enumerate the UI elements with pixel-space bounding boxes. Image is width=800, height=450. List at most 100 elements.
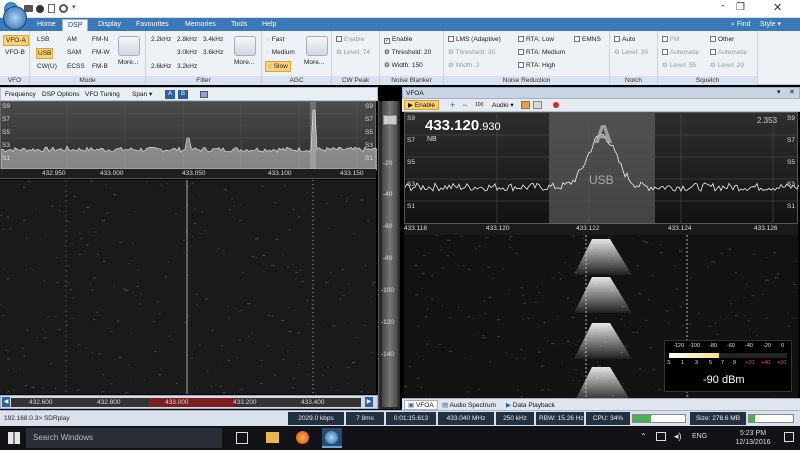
range-visible-window[interactable] [149, 398, 235, 407]
mode-fm-n[interactable]: FM-N [92, 35, 108, 44]
mode-usb[interactable]: USB [36, 48, 54, 59]
filter-more-button[interactable]: More... [234, 58, 254, 67]
taskbar-clock[interactable]: 5:23 PM 12/13/2016 [730, 429, 776, 447]
dsp-options-menu[interactable]: DSP Options [42, 90, 79, 99]
nb-threshold[interactable]: ⚙ Threshold: 20 [384, 48, 431, 57]
mode-lsb[interactable]: LSB [37, 35, 49, 44]
squelch-fm[interactable]: FM [662, 35, 679, 44]
vfoa-spectrum-display[interactable]: 433.120.930 NB A USB 2.353 S9 S7 S5 S3 S… [404, 112, 799, 225]
squelch-fm-automatic[interactable]: Automatic [662, 48, 699, 57]
menu-dsp[interactable]: DSP [62, 19, 89, 31]
audio-settings-icon[interactable] [533, 101, 542, 109]
panel-close-icon[interactable]: ✕ [789, 88, 795, 96]
nr-lms[interactable]: LMS (Adaptive) [448, 35, 501, 44]
notification-icon[interactable] [784, 432, 794, 442]
nr-rta-high[interactable]: RTA: High [518, 61, 555, 70]
print-icon[interactable] [200, 91, 208, 98]
mode-am[interactable]: AM [67, 35, 77, 44]
agc-medium[interactable]: ◌ Medium [266, 48, 295, 57]
restore-icon[interactable]: ❐ [736, 2, 745, 13]
filter-2-2khz[interactable]: 2.2kHz [151, 35, 171, 44]
language-indicator[interactable]: ENG [692, 433, 707, 440]
cw-peak-level[interactable]: ⚙ Level: 74 [336, 48, 370, 57]
vfo-b-button[interactable]: VFO-B [5, 48, 25, 57]
dropdown-arrow-icon[interactable]: ▾ [72, 3, 76, 11]
vfoa-enable-button[interactable]: ▶ Enable [404, 100, 440, 110]
range-left-arrow-icon[interactable]: ◀ [2, 397, 10, 407]
settings-icon[interactable] [59, 4, 68, 13]
filter-2-6khz[interactable]: 2.6kHz [151, 62, 171, 71]
file-explorer-icon[interactable] [266, 432, 279, 443]
sdruno-taskbar-icon[interactable] [322, 428, 342, 448]
mode-fm-w[interactable]: FM-W [92, 48, 110, 57]
db-scale-slider[interactable]: -20 -40 -60 -80 -100 -120 -140 [378, 101, 400, 409]
filter-3-4khz[interactable]: 3.4kHz [203, 35, 223, 44]
menu-help[interactable]: Help [257, 19, 281, 31]
toggle-b-button[interactable]: B [178, 90, 188, 99]
nr-threshold[interactable]: ⚙ Threshold: 30 [448, 48, 495, 57]
nr-rta-medium[interactable]: RTA: Medium [518, 48, 565, 57]
range-right-arrow-icon[interactable]: ▶ [365, 397, 373, 407]
document-icon[interactable] [48, 4, 55, 13]
taskbar-search-box[interactable]: Search Windows [26, 428, 222, 448]
vfoa-frequency-scale[interactable]: 433.118 433.120 433.122 433.124 433.126 [404, 224, 798, 235]
agc-more-icon[interactable] [306, 36, 328, 56]
windows-start-icon[interactable] [8, 432, 20, 444]
volume-icon[interactable]: ◂) [674, 431, 682, 442]
zoom-in-icon[interactable]: + [450, 99, 455, 111]
task-view-icon[interactable] [236, 432, 248, 444]
zoom-out-icon[interactable]: − [462, 99, 467, 111]
zoom-level[interactable]: 100 [475, 102, 483, 108]
menu-home[interactable]: Home [32, 19, 61, 31]
speaker-icon[interactable] [521, 101, 530, 109]
squelch-other-level[interactable]: ⚙ Level: 20 [710, 61, 744, 70]
find-button[interactable]: ⌕ Find [731, 19, 751, 30]
mode-ecss[interactable]: ECSS [67, 62, 85, 71]
agc-slow[interactable]: ◌ Slow [265, 61, 291, 72]
tab-audio-spectrum[interactable]: ▤ Audio Spectrum [442, 401, 496, 410]
main-spectrum-display[interactable]: S9 S7 S5 S3 S1 S9 S7 S5 S3 S1 [0, 101, 377, 170]
mode-more-icon[interactable] [118, 36, 140, 56]
main-waterfall[interactable] [0, 180, 376, 394]
mode-more-button[interactable]: More... [118, 58, 138, 67]
agc-more-button[interactable]: More... [304, 58, 324, 67]
range-slider[interactable]: 432.600 432.800 433.000 433.200 433.400 [11, 398, 361, 407]
filter-3-2khz[interactable]: 3.2kHz [177, 62, 197, 71]
notch-level[interactable]: ⚙ Level: 20 [614, 48, 648, 57]
menu-display[interactable]: Display [93, 19, 126, 31]
record-icon[interactable] [36, 5, 44, 13]
notch-auto[interactable]: Auto [614, 35, 635, 44]
squelch-fm-level[interactable]: ⚙ Level: 55 [662, 61, 696, 70]
squelch-other[interactable]: Other [710, 35, 734, 44]
app-menu-button[interactable] [3, 6, 27, 30]
agc-fast[interactable]: ◌ Fast [266, 35, 284, 44]
filter-3-6khz[interactable]: 3.6kHz [203, 48, 223, 57]
mode-fm-b[interactable]: FM-B [92, 62, 108, 71]
frequency-menu[interactable]: Frequency [5, 90, 36, 99]
menu-tools[interactable]: Tools [226, 19, 252, 31]
tab-data-playback[interactable]: ▶ Data Playback [506, 401, 555, 410]
cw-peak-enable[interactable]: Enable [336, 35, 364, 44]
toggle-a-button[interactable]: A [165, 90, 175, 99]
vfo-a-button[interactable]: VFO-A [3, 35, 29, 46]
close-icon[interactable]: ✕ [773, 1, 782, 14]
vfoa-frequency[interactable]: 433.120.930 [425, 117, 501, 134]
db-scale-grip-icon[interactable] [383, 115, 397, 125]
filter-more-icon[interactable] [234, 36, 256, 56]
mode-cwu[interactable]: CW(U) [37, 62, 57, 71]
main-frequency-scale[interactable]: 432.950 433.000 433.050 433.100 433.150 [0, 169, 376, 179]
record-button-icon[interactable] [553, 102, 559, 108]
mode-sam[interactable]: SAM [67, 48, 81, 57]
span-menu[interactable]: Span ▾ [132, 90, 152, 99]
nb-width[interactable]: ⚙ Width: 150 [384, 61, 423, 70]
menu-memories[interactable]: Memories [180, 19, 221, 31]
firefox-icon[interactable] [296, 431, 309, 444]
filter-2-8khz[interactable]: 2.8kHz [177, 35, 197, 44]
ribbon-collapse-icon[interactable]: ⌃ [720, 4, 726, 12]
nr-emns[interactable]: EMNS [574, 35, 601, 44]
nb-enable[interactable]: ✓ Enable [384, 35, 412, 44]
network-icon[interactable] [656, 432, 666, 441]
panel-pin-icon[interactable]: ▾ [777, 88, 781, 96]
menu-favourites[interactable]: Favourites [131, 19, 174, 31]
nr-width[interactable]: ⚙ Width: 2 [448, 61, 479, 70]
